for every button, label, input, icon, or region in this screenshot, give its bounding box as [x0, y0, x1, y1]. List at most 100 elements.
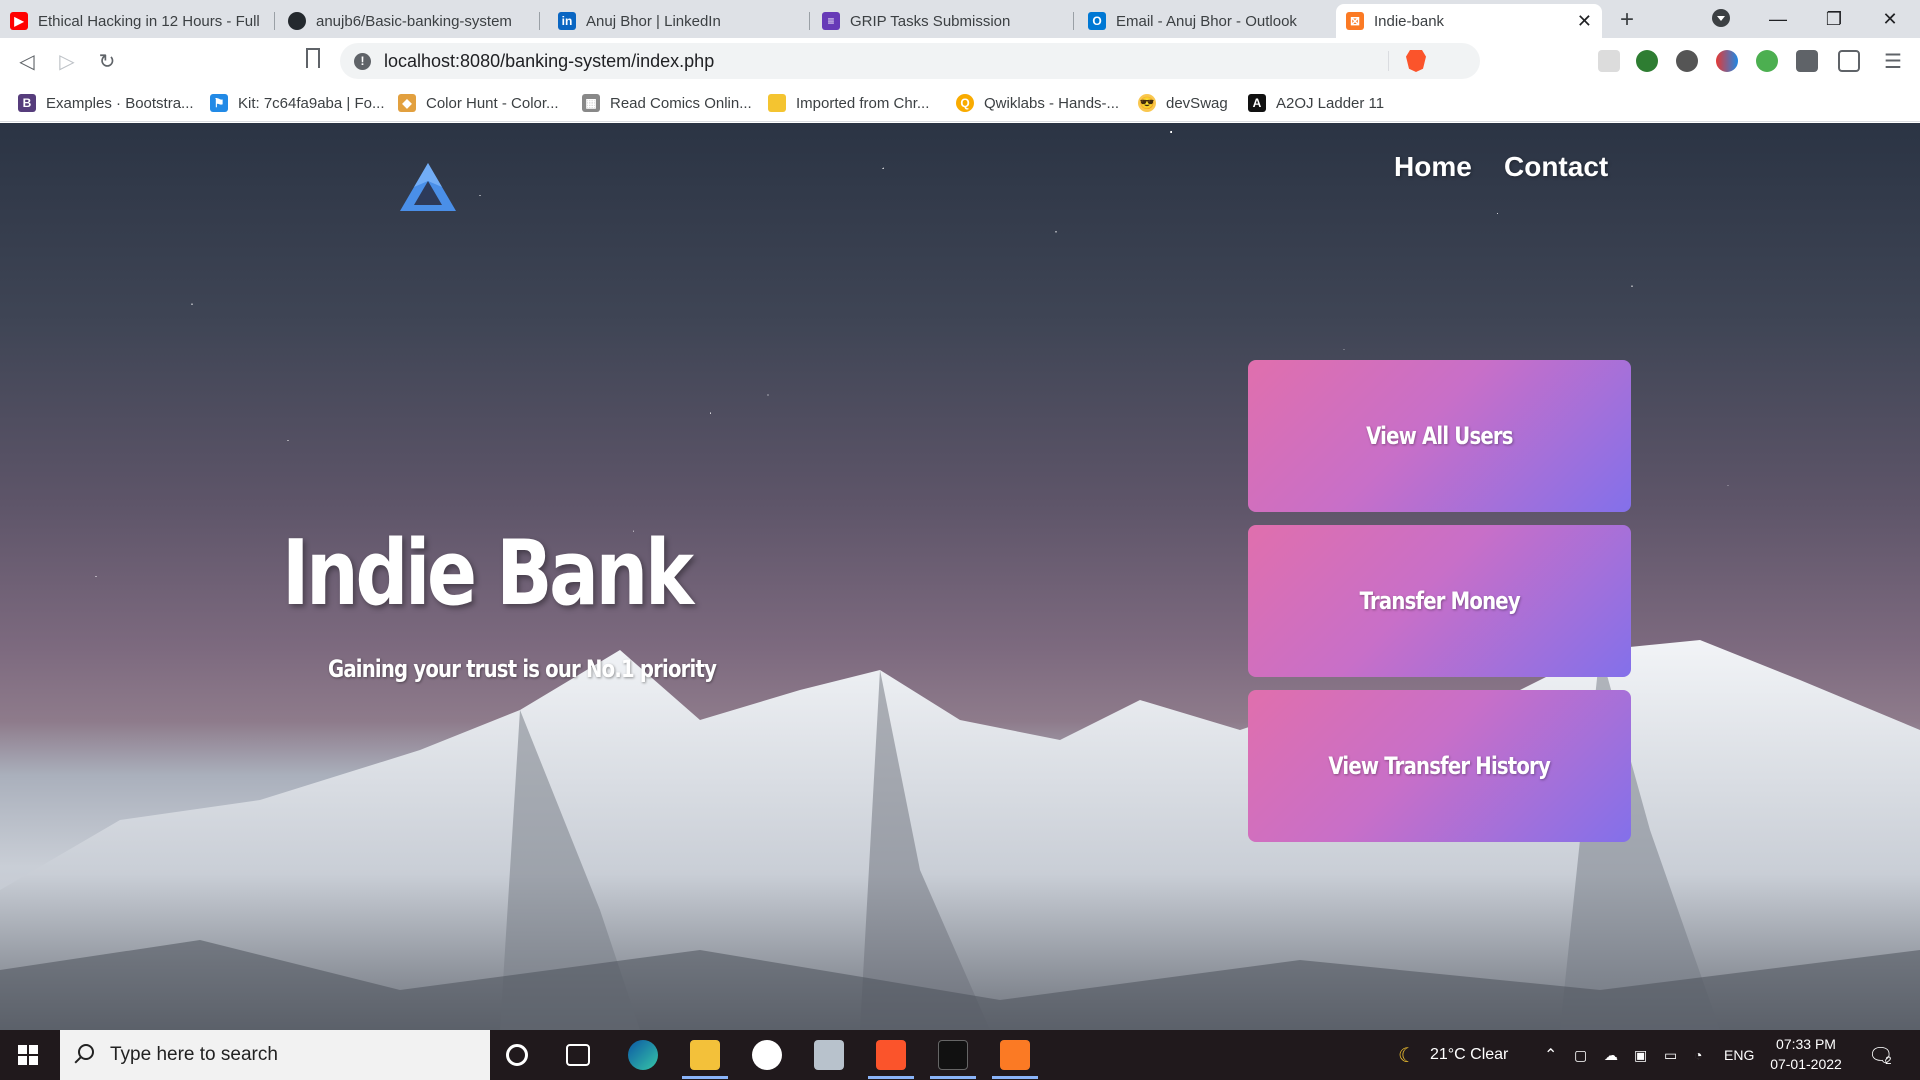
bookmark-colorhunt[interactable]: ◆ Color Hunt - Color... — [398, 84, 559, 122]
clock-time: 07:33 PM — [1776, 1036, 1836, 1052]
bookmark-imported[interactable]: Imported from Chr... — [768, 84, 929, 122]
view-all-users-button[interactable]: View All Users — [1248, 360, 1631, 512]
tab-outlook[interactable]: O Email - Anuj Bhor - Outlook — [1078, 4, 1340, 38]
tab-search-icon[interactable] — [1712, 9, 1730, 27]
tab-title: Anuj Bhor | LinkedIn — [586, 12, 721, 30]
clock-date: 07-01-2022 — [1770, 1056, 1842, 1072]
close-tab-icon[interactable]: ✕ — [1577, 11, 1592, 32]
extension-tree-icon[interactable] — [1636, 50, 1658, 72]
extension-new-icon[interactable] — [1716, 50, 1738, 72]
nav-home-link[interactable]: Home — [1394, 151, 1472, 183]
taskbar-search-box[interactable]: Type here to search — [60, 1030, 490, 1080]
extension-gray-icon[interactable] — [1598, 50, 1620, 72]
youtube-icon: ▶ — [10, 12, 28, 30]
windows-start-icon[interactable] — [18, 1045, 38, 1065]
forward-icon[interactable]: ▷ — [54, 48, 80, 74]
indie-bank-logo-icon[interactable] — [398, 161, 458, 213]
bookmark-kit[interactable]: ⚑ Kit: 7c64fa9aba | Fo... — [210, 84, 384, 122]
button-label: View All Users — [1366, 422, 1513, 450]
extension-bug-icon[interactable] — [1676, 50, 1698, 72]
url-text[interactable]: localhost:8080/banking-system/index.php — [384, 51, 714, 72]
extensions-puzzle-icon[interactable] — [1796, 50, 1818, 72]
close-window-button[interactable]: ✕ — [1862, 0, 1918, 38]
button-label: View Transfer History — [1328, 752, 1551, 780]
bookmark-comics[interactable]: ▦ Read Comics Onlin... — [582, 84, 752, 122]
app-icon[interactable] — [814, 1040, 844, 1070]
forms-icon: ≡ — [822, 12, 840, 30]
weather-widget[interactable]: ☾ 21°C Clear — [1398, 1030, 1508, 1080]
tab-linkedin[interactable]: in Anuj Bhor | LinkedIn — [548, 4, 810, 38]
bookmarks-bar: B Examples · Bootstra... ⚑ Kit: 7c64fa9a… — [0, 84, 1920, 122]
bookmark-label: Read Comics Onlin... — [610, 94, 752, 112]
bookmark-icon[interactable] — [306, 48, 320, 68]
tab-strip: ▶ Ethical Hacking in 12 Hours - Full anu… — [0, 0, 1920, 38]
back-icon[interactable]: ◁ — [14, 48, 40, 74]
tab-title: Email - Anuj Bhor - Outlook — [1116, 12, 1297, 30]
site-info-icon[interactable]: ! — [354, 53, 371, 70]
browser-toolbar: ◁ ▷ ↻ ! localhost:8080/banking-system/in… — [0, 38, 1920, 84]
task-view-icon[interactable] — [566, 1044, 590, 1066]
tab-youtube[interactable]: ▶ Ethical Hacking in 12 Hours - Full — [0, 4, 275, 38]
minimize-button[interactable]: — — [1750, 0, 1806, 38]
tab-github[interactable]: anujb6/Basic-banking-system — [278, 4, 540, 38]
extension-plus-icon[interactable] — [1756, 50, 1778, 72]
address-bar[interactable]: ! localhost:8080/banking-system/index.ph… — [340, 43, 1480, 79]
menu-icon[interactable]: ☰ — [1880, 48, 1906, 74]
wifi-icon[interactable]: ◔ — [1694, 1030, 1702, 1080]
colorhunt-icon: ◆ — [398, 94, 416, 112]
hero-background: Home Contact Indie Bank Gaining your tru… — [0, 123, 1920, 1030]
nav-contact-link[interactable]: Contact — [1504, 151, 1608, 183]
bookmark-a2oj[interactable]: A A2OJ Ladder 11 — [1248, 84, 1384, 122]
hero-title: Indie Bank — [282, 521, 694, 626]
tab-title: GRIP Tasks Submission — [850, 12, 1011, 30]
hero-subtitle: Gaining your trust is our No.1 priority — [328, 655, 717, 683]
outlook-icon: O — [1088, 12, 1106, 30]
edge-icon[interactable] — [628, 1040, 658, 1070]
language-indicator[interactable]: ENG — [1724, 1030, 1754, 1080]
file-explorer-icon[interactable] — [690, 1040, 720, 1070]
tab-indie-bank[interactable]: ⊠ Indie-bank ✕ — [1336, 4, 1602, 38]
view-transfer-history-button[interactable]: View Transfer History — [1248, 690, 1631, 842]
search-placeholder: Type here to search — [110, 1044, 278, 1065]
brave-browser-icon[interactable] — [876, 1040, 906, 1070]
reload-icon[interactable]: ↻ — [94, 48, 120, 74]
xampp-taskbar-icon[interactable] — [1000, 1040, 1030, 1070]
notifications-button[interactable]: 🗨 2 — [1868, 1030, 1893, 1080]
system-clock[interactable]: 07:33 PM 07-01-2022 — [1760, 1034, 1852, 1074]
bookmark-label: A2OJ Ladder 11 — [1276, 94, 1385, 112]
new-tab-button[interactable]: + — [1620, 6, 1634, 34]
notification-count: 2 — [1885, 1055, 1892, 1067]
cortana-icon[interactable] — [506, 1044, 528, 1066]
bookmark-qwiklabs[interactable]: Q Qwiklabs - Hands-... — [956, 84, 1119, 122]
display-icon[interactable]: ▣ — [1634, 1030, 1647, 1080]
onedrive-icon[interactable]: ☁ — [1604, 1030, 1618, 1080]
bookmark-bootstrap[interactable]: B Examples · Bootstra... — [18, 84, 194, 122]
bookmark-devswag[interactable]: 😎 devSwag — [1138, 84, 1228, 122]
mongodb-compass-icon[interactable] — [752, 1040, 782, 1070]
weather-text: 21°C Clear — [1429, 1046, 1509, 1063]
comics-icon: ▦ — [582, 94, 600, 112]
brave-shields-icon[interactable] — [1406, 50, 1426, 72]
show-hidden-icons-icon[interactable]: ⌃ — [1544, 1030, 1557, 1080]
terminal-icon[interactable] — [938, 1040, 968, 1070]
sunglasses-icon: 😎 — [1138, 94, 1156, 112]
windows-taskbar: Type here to search ☾ 21°C Clear ⌃ ▢ ☁ ▣… — [0, 1030, 1920, 1080]
device-icon[interactable]: ▢ — [1574, 1030, 1587, 1080]
wallet-icon[interactable] — [1838, 50, 1860, 72]
linkedin-icon: in — [558, 12, 576, 30]
battery-icon[interactable]: ▭ — [1664, 1030, 1677, 1080]
flag-icon: ⚑ — [210, 94, 228, 112]
tab-title: Indie-bank — [1374, 12, 1445, 30]
xampp-icon: ⊠ — [1346, 12, 1364, 30]
bootstrap-icon: B — [18, 94, 36, 112]
bookmark-label: Examples · Bootstra... — [46, 94, 194, 112]
bookmark-label: Imported from Chr... — [796, 94, 930, 112]
restore-button[interactable]: ❐ — [1806, 0, 1862, 38]
github-icon — [288, 12, 306, 30]
bookmark-label: devSwag — [1166, 94, 1228, 112]
mountains-image — [0, 640, 1920, 1030]
tab-grip[interactable]: ≡ GRIP Tasks Submission — [812, 4, 1074, 38]
search-icon — [78, 1044, 94, 1060]
bookmark-label: Kit: 7c64fa9aba | Fo... — [238, 94, 385, 112]
transfer-money-button[interactable]: Transfer Money — [1248, 525, 1631, 677]
